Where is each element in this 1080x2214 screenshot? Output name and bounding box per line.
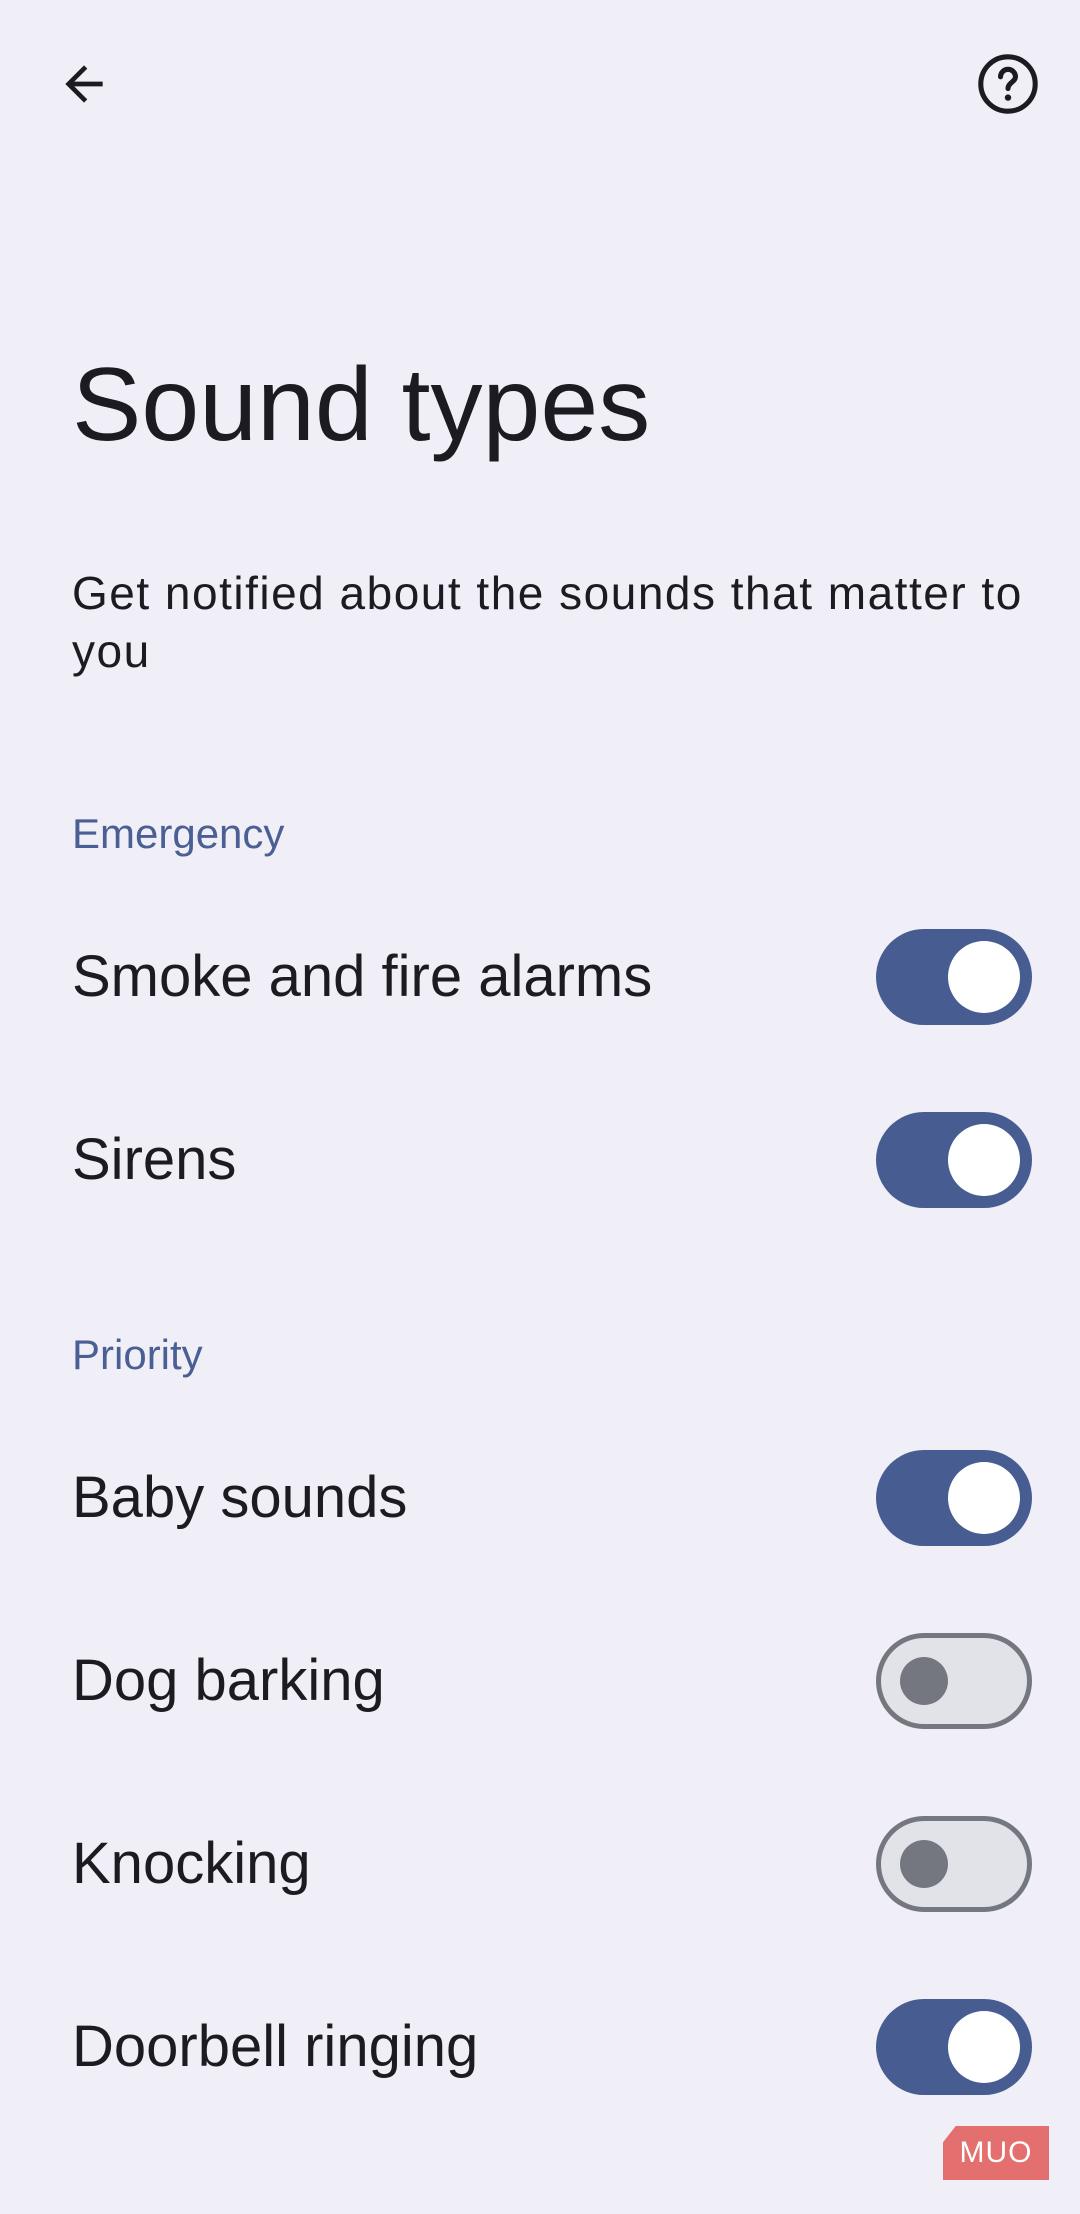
toggle-switch[interactable] [876, 1816, 1032, 1912]
pref-row-baby-sounds[interactable]: Baby sounds [0, 1418, 1080, 1578]
help-circle-icon [978, 54, 1038, 114]
help-button[interactable] [960, 36, 1056, 132]
toggle-thumb [948, 1462, 1020, 1534]
toggle-switch[interactable] [876, 1999, 1032, 2095]
pref-row-smoke-and-fire-alarms[interactable]: Smoke and fire alarms [0, 897, 1080, 1057]
toggle-thumb [948, 941, 1020, 1013]
toggle-thumb [900, 1840, 948, 1888]
pref-label: Baby sounds [72, 1465, 408, 1530]
pref-row-sirens[interactable]: Sirens [0, 1080, 1080, 1240]
page-description: Get notified about the sounds that matte… [72, 567, 1023, 677]
pref-label: Knocking [72, 1831, 311, 1896]
pref-row-knocking[interactable]: Knocking [0, 1784, 1080, 1944]
page-title: Sound types [72, 347, 651, 463]
toggle-thumb [948, 2011, 1020, 2083]
toggle-switch[interactable] [876, 1633, 1032, 1729]
section-header-priority: Priority [72, 1331, 203, 1378]
toggle-switch[interactable] [876, 1112, 1032, 1208]
watermark-logo: MUO [943, 2126, 1049, 2180]
pref-label: Sirens [72, 1127, 237, 1192]
toggle-thumb [900, 1657, 948, 1705]
back-button[interactable] [36, 36, 132, 132]
toggle-thumb [948, 1124, 1020, 1196]
pref-label: Doorbell ringing [72, 2014, 479, 2079]
pref-label: Dog barking [72, 1648, 385, 1713]
pref-label: Smoke and fire alarms [72, 944, 653, 1009]
section-header-emergency: Emergency [72, 810, 285, 857]
toggle-switch[interactable] [876, 929, 1032, 1025]
toggle-switch[interactable] [876, 1450, 1032, 1546]
pref-row-dog-barking[interactable]: Dog barking [0, 1601, 1080, 1761]
pref-row-doorbell-ringing[interactable]: Doorbell ringing [0, 1967, 1080, 2127]
arrow-back-icon [65, 65, 103, 103]
